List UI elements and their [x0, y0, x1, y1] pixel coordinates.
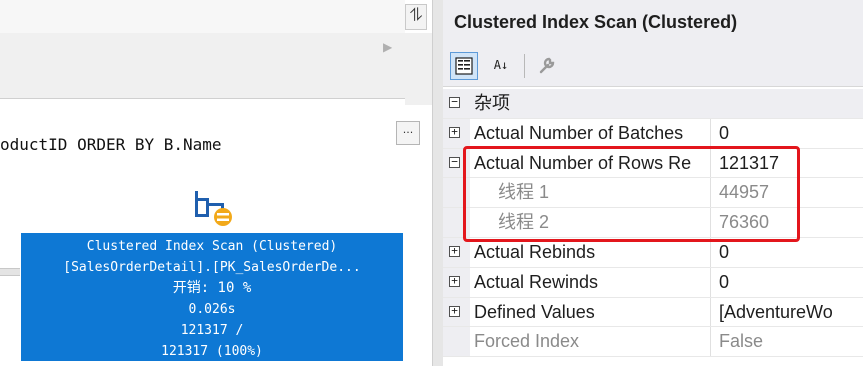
property-name: 线程 2	[474, 208, 711, 237]
scroll-right-arrow-icon[interactable]: ▶	[383, 40, 392, 54]
property-row-defined-values[interactable]: + Defined Values [AdventureWo	[443, 297, 863, 328]
toolbar-separator	[524, 54, 525, 78]
collapse-icon[interactable]: −	[449, 96, 460, 108]
properties-toolbar: A↓	[443, 45, 863, 87]
property-pages-button[interactable]	[533, 52, 561, 80]
query-text: oductID ORDER BY B.Name	[0, 135, 222, 154]
property-name: Actual Rebinds	[474, 237, 711, 267]
clustered-index-scan-node[interactable]: Clustered Index Scan (Clustered) [SalesO…	[21, 233, 403, 361]
collapse-icon[interactable]: −	[449, 156, 460, 168]
node-rows-actual-label: 121317 /	[180, 323, 244, 338]
execution-plan-pane: ⥮ ▶ oductID ORDER BY B.Name ... Clustere…	[0, 0, 432, 366]
expand-icon[interactable]: +	[449, 245, 460, 257]
wrench-icon	[539, 57, 555, 74]
clustered-index-scan-icon[interactable]	[193, 190, 235, 228]
node-time-label: 0.026s	[188, 302, 236, 317]
category-label: 杂项	[474, 93, 510, 113]
property-grid: − 杂项 + Actual Number of Batches 0 − Actu…	[443, 89, 863, 358]
plan-connector-arrow	[0, 268, 20, 276]
plan-scroll-strip	[0, 33, 405, 99]
property-name: Defined Values	[474, 297, 711, 327]
expand-icon[interactable]: +	[449, 126, 460, 138]
expand-icon[interactable]: +	[449, 275, 460, 287]
property-value[interactable]: 76360	[719, 208, 863, 237]
property-row-thread-1[interactable]: 线程 1 44957	[443, 178, 863, 209]
plan-header-strip	[0, 0, 405, 33]
property-value[interactable]: False	[719, 327, 863, 356]
alphabetical-sort-icon: A↓	[493, 58, 509, 72]
category-row-misc[interactable]: − 杂项	[443, 89, 863, 119]
property-value[interactable]: 44957	[719, 178, 863, 207]
properties-title: Clustered Index Scan (Clustered)	[443, 0, 863, 45]
property-row-thread-2[interactable]: 线程 2 76360	[443, 208, 863, 238]
property-name: Actual Number of Batches	[474, 118, 711, 148]
categorized-button[interactable]	[450, 52, 478, 80]
property-name: 线程 1	[474, 178, 711, 208]
alphabetical-button[interactable]: A↓	[487, 52, 515, 80]
node-operator-label: Clustered Index Scan (Clustered)	[86, 239, 338, 254]
property-row-forced-index[interactable]: Forced Index False	[443, 327, 863, 358]
property-value[interactable]: 0	[719, 238, 863, 267]
categorized-icon	[455, 57, 473, 75]
splitter-toggle-icon[interactable]: ⥮	[405, 4, 427, 30]
property-row-actual-number-of-batches[interactable]: + Actual Number of Batches 0	[443, 118, 863, 149]
property-value[interactable]: 0	[719, 119, 863, 148]
properties-pane: Clustered Index Scan (Clustered) A↓ − 杂项…	[443, 0, 863, 366]
pane-splitter[interactable]	[432, 0, 443, 366]
property-value[interactable]: 0	[719, 268, 863, 297]
property-name: Forced Index	[474, 327, 711, 357]
row-gutter	[443, 327, 470, 357]
property-row-actual-number-of-rows[interactable]: − Actual Number of Rows Re 121317	[443, 148, 863, 179]
row-gutter	[443, 208, 470, 237]
expand-icon[interactable]: +	[449, 305, 460, 317]
property-row-actual-rewinds[interactable]: + Actual Rewinds 0	[443, 267, 863, 298]
property-name: Actual Number of Rows Re	[474, 148, 711, 178]
property-value[interactable]: 121317	[719, 149, 863, 178]
plan-edge-strip	[405, 33, 432, 105]
show-query-button[interactable]: ...	[396, 121, 420, 145]
property-name: Actual Rewinds	[474, 267, 711, 297]
property-row-actual-rebinds[interactable]: + Actual Rebinds 0	[443, 237, 863, 268]
property-value[interactable]: [AdventureWo	[719, 298, 863, 327]
row-gutter	[443, 178, 470, 208]
node-rows-estimated-label: 121317 (100%)	[161, 344, 263, 359]
node-cost-label: 开销: 10 %	[172, 280, 252, 296]
node-object-label: [SalesOrderDetail].[PK_SalesOrderDe...	[63, 260, 361, 275]
